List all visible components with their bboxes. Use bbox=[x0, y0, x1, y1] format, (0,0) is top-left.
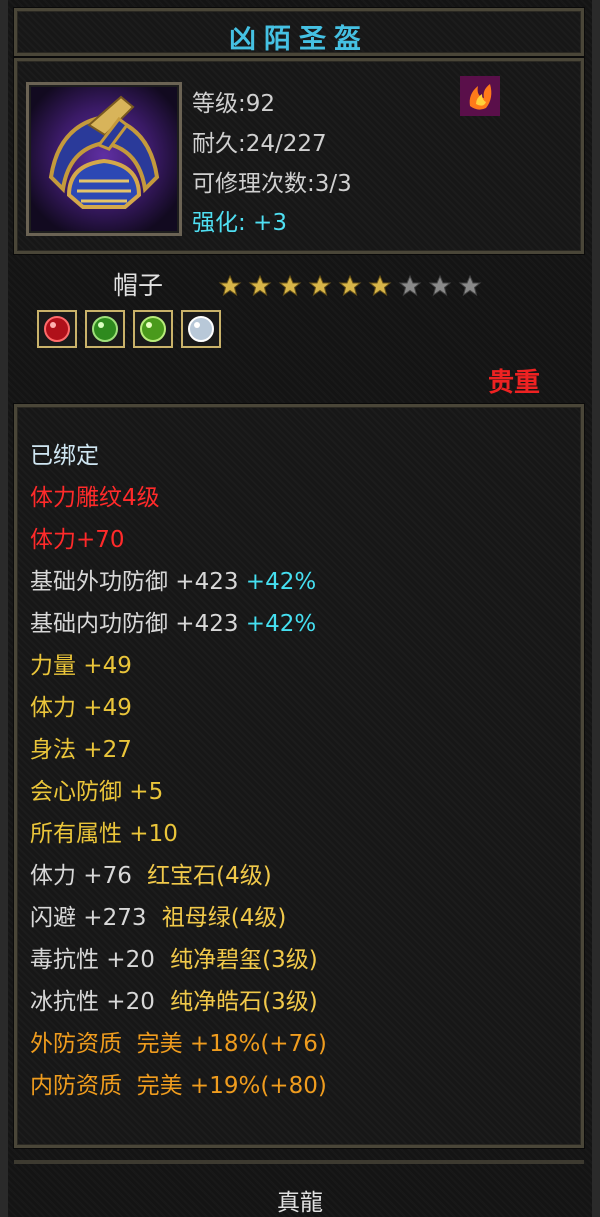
gem-attr-label: 毒抗性 +20 bbox=[30, 947, 155, 973]
bound-status: 已绑定 bbox=[30, 443, 99, 469]
level-stat: 等级:92 bbox=[192, 91, 276, 117]
item-type-label: 帽子 bbox=[113, 271, 164, 300]
base-attr-label: 基础外功防御 +423 bbox=[30, 569, 239, 595]
item-title: 凶陌圣盔 bbox=[229, 24, 369, 55]
gem-name: 纯净碧玺(3级) bbox=[170, 947, 318, 973]
star-filled-icon bbox=[278, 274, 302, 297]
gem-attr-label: 体力 +76 bbox=[30, 863, 132, 889]
enhance-stat: 强化: +3 bbox=[192, 210, 287, 236]
precious-label: 贵重 bbox=[488, 368, 541, 398]
base-attr-row: 基础内功防御 +423 +42% bbox=[30, 604, 316, 638]
quality-row: 外防资质 完美 +18%(+76) bbox=[30, 1031, 327, 1057]
engrave-bonus: 体力+70 bbox=[30, 527, 125, 553]
repair-count-stat: 可修理次数:3/3 bbox=[192, 171, 352, 197]
green-gem-icon[interactable] bbox=[85, 310, 125, 348]
base-attr-label: 基础内功防御 +423 bbox=[30, 611, 239, 637]
attr-row: 体力 +49 bbox=[30, 695, 132, 721]
base-attr-row: 基础外功防御 +423 +42% bbox=[30, 562, 316, 596]
star-filled-icon bbox=[338, 274, 362, 297]
star-empty-icon bbox=[428, 274, 452, 297]
base-attr-pct: +42% bbox=[245, 569, 317, 595]
flame-ring-icon bbox=[460, 76, 500, 116]
attr-row: 身法 +27 bbox=[30, 737, 132, 763]
star-empty-icon bbox=[398, 274, 422, 297]
gem-attr-row: 毒抗性 +20 纯净碧玺(3级) bbox=[30, 940, 318, 974]
base-attr-pct: +42% bbox=[245, 611, 317, 637]
attr-row: 所有属性 +10 bbox=[30, 821, 178, 847]
white-gem-icon[interactable] bbox=[181, 310, 221, 348]
footer-label: 真龍 bbox=[277, 1190, 323, 1216]
gem-attr-row: 冰抗性 +20 纯净皓石(3级) bbox=[30, 982, 318, 1016]
attr-row: 会心防御 +5 bbox=[30, 779, 164, 805]
bottom-divider bbox=[14, 1160, 584, 1164]
gem-name: 纯净皓石(3级) bbox=[170, 989, 318, 1015]
gem-attr-label: 闪避 +273 bbox=[30, 905, 147, 931]
durability-stat: 耐久:24/227 bbox=[192, 131, 327, 157]
gem-name: 祖母绿(4级) bbox=[161, 905, 287, 931]
gem-attr-row: 闪避 +273 祖母绿(4级) bbox=[30, 898, 286, 932]
gem-attr-row: 体力 +76 红宝石(4级) bbox=[30, 856, 272, 890]
helmet-icon bbox=[48, 95, 160, 209]
green-gem-icon[interactable] bbox=[133, 310, 173, 348]
attr-row: 力量 +49 bbox=[30, 653, 132, 679]
gem-attr-label: 冰抗性 +20 bbox=[30, 989, 155, 1015]
star-filled-icon bbox=[368, 274, 392, 297]
item-icon[interactable] bbox=[26, 82, 182, 236]
star-filled-icon bbox=[248, 274, 272, 297]
quality-row: 内防资质 完美 +19%(+80) bbox=[30, 1073, 327, 1099]
red-gem-icon[interactable] bbox=[37, 310, 77, 348]
gem-name: 红宝石(4级) bbox=[147, 863, 272, 889]
star-filled-icon bbox=[218, 274, 242, 297]
star-empty-icon bbox=[458, 274, 482, 297]
title-bar: 凶陌圣盔 bbox=[13, 7, 585, 57]
engrave-label: 体力雕纹4级 bbox=[30, 485, 160, 511]
star-filled-icon bbox=[308, 274, 332, 297]
